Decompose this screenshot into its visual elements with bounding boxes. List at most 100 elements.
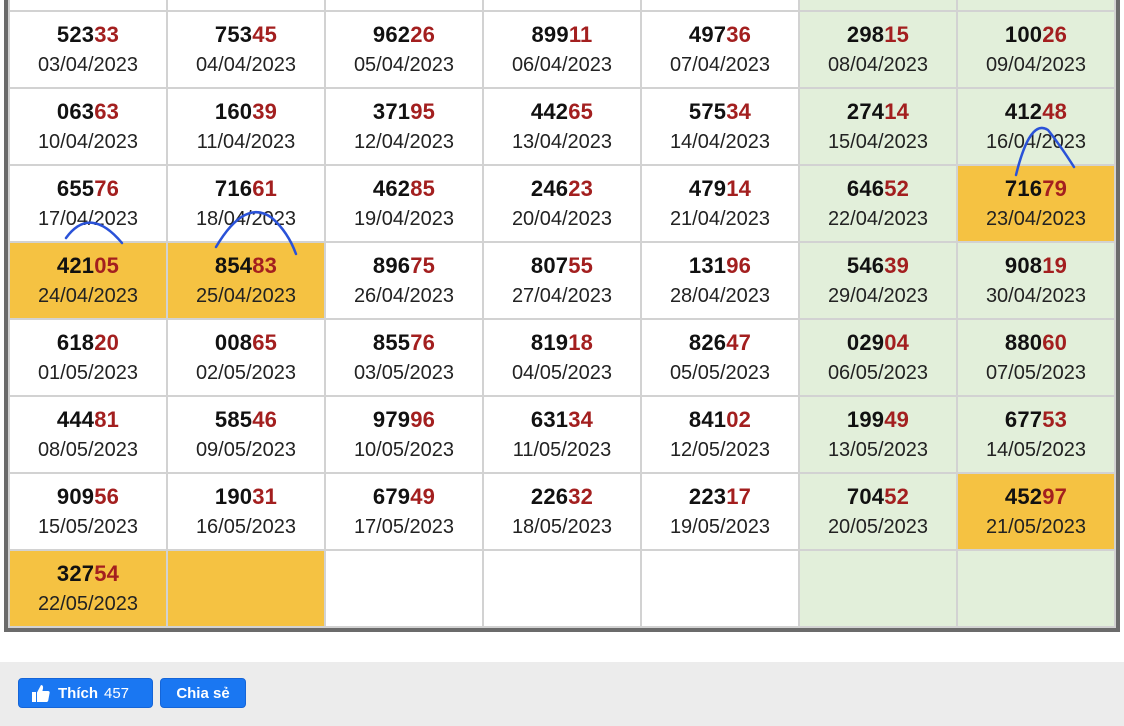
- result-cell-highlighted: 71679 23/04/2023: [956, 164, 1116, 243]
- result-cell: 00865 02/05/2023: [166, 318, 326, 397]
- result-cell-weekend: 70452 20/05/2023: [798, 472, 958, 551]
- result-number: 10026: [1004, 21, 1068, 47]
- result-date: 16/05/2023: [195, 515, 297, 538]
- result-cell: 16039 11/04/2023: [166, 87, 326, 166]
- result-cell: 44481 08/05/2023: [8, 395, 168, 474]
- result-date: 07/04/2023: [669, 53, 771, 76]
- result-number: 24623: [530, 175, 594, 201]
- table-row: 65576 17/04/2023 71661 18/04/2023 46285 19/…: [8, 164, 1116, 243]
- facebook-share-button[interactable]: Chia sẻ: [160, 678, 246, 708]
- result-date: 06/04/2023: [511, 53, 613, 76]
- result-cell: 80755 27/04/2023: [482, 241, 642, 320]
- result-cell-weekend: 29815 08/04/2023: [798, 10, 958, 89]
- result-cell-weekend: 88060 07/05/2023: [956, 318, 1116, 397]
- result-number: 13196: [688, 252, 752, 278]
- result-date: 04/04/2023: [195, 53, 297, 76]
- result-date: 01/05/2023: [37, 361, 139, 384]
- result-number: 42105: [56, 252, 120, 278]
- result-date: 04/05/2023: [511, 361, 613, 384]
- result-number: 88060: [1004, 329, 1068, 355]
- edge-cell: [482, 0, 642, 12]
- result-number: 96226: [372, 21, 436, 47]
- result-number: 22317: [688, 483, 752, 509]
- result-cell: 97996 10/05/2023: [324, 395, 484, 474]
- result-number: 67949: [372, 483, 436, 509]
- result-date: 18/04/2023: [195, 207, 297, 230]
- result-number: 63134: [530, 406, 594, 432]
- result-number: 44481: [56, 406, 120, 432]
- result-cell: 65576 17/04/2023: [8, 164, 168, 243]
- edge-cell: [8, 0, 168, 12]
- result-number: 37195: [372, 98, 436, 124]
- result-cell: 67949 17/05/2023: [324, 472, 484, 551]
- result-number: 90819: [1004, 252, 1068, 278]
- result-date: 08/05/2023: [37, 438, 139, 461]
- result-number: 97996: [372, 406, 436, 432]
- result-cell-weekend: 41248 16/04/2023: [956, 87, 1116, 166]
- result-number: 75345: [214, 21, 278, 47]
- result-date: 19/05/2023: [669, 515, 771, 538]
- result-number: 61820: [56, 329, 120, 355]
- result-date: 28/04/2023: [669, 284, 771, 307]
- empty-cell-weekend: [798, 549, 958, 628]
- result-number: 71661: [214, 175, 278, 201]
- result-number: 06363: [56, 98, 120, 124]
- result-cell-highlighted: 45297 21/05/2023: [956, 472, 1116, 551]
- result-number: 49736: [688, 21, 752, 47]
- result-number: 65576: [56, 175, 120, 201]
- empty-cell: [324, 549, 484, 628]
- result-date: 13/04/2023: [511, 130, 613, 153]
- result-number: 89911: [531, 21, 593, 47]
- table-row: 32754 22/05/2023: [8, 549, 1116, 628]
- result-cell: 58546 09/05/2023: [166, 395, 326, 474]
- result-number: 80755: [530, 252, 594, 278]
- result-cell-weekend: 10026 09/04/2023: [956, 10, 1116, 89]
- result-cell: 85576 03/05/2023: [324, 318, 484, 397]
- result-date: 11/05/2023: [512, 438, 612, 461]
- table-top-edge-row: [8, 0, 1116, 12]
- result-cell: 52333 03/04/2023: [8, 10, 168, 89]
- table-row: 90956 15/05/2023 19031 16/05/2023 67949 17/…: [8, 472, 1116, 551]
- result-date: 27/04/2023: [511, 284, 613, 307]
- result-number: 70452: [846, 483, 910, 509]
- result-number: 16039: [214, 98, 278, 124]
- result-date: 13/05/2023: [827, 438, 929, 461]
- result-number: 41248: [1004, 98, 1068, 124]
- result-date: 22/05/2023: [37, 592, 139, 615]
- result-date: 10/04/2023: [37, 130, 139, 153]
- edge-cell: [956, 0, 1116, 12]
- like-label: Thích: [58, 684, 98, 702]
- result-cell: 89911 06/04/2023: [482, 10, 642, 89]
- result-cell: 44265 13/04/2023: [482, 87, 642, 166]
- result-cell: 84102 12/05/2023: [640, 395, 800, 474]
- empty-cell-weekend: [956, 549, 1116, 628]
- result-date: 22/04/2023: [827, 207, 929, 230]
- result-cell: 37195 12/04/2023: [324, 87, 484, 166]
- result-cell-weekend: 02904 06/05/2023: [798, 318, 958, 397]
- result-number: 58546: [214, 406, 278, 432]
- result-date: 30/04/2023: [985, 284, 1087, 307]
- result-date: 21/04/2023: [669, 207, 771, 230]
- result-cell: 47914 21/04/2023: [640, 164, 800, 243]
- results-table: 52333 03/04/2023 75345 04/04/2023 96226 05/…: [8, 0, 1116, 628]
- facebook-like-button[interactable]: Thích 457: [18, 678, 153, 708]
- result-date: 08/04/2023: [827, 53, 929, 76]
- result-cell-highlighted: 42105 24/04/2023: [8, 241, 168, 320]
- result-cell: 22317 19/05/2023: [640, 472, 800, 551]
- result-date: 18/05/2023: [511, 515, 613, 538]
- result-number: 45297: [1004, 483, 1068, 509]
- result-date: 14/04/2023: [669, 130, 771, 153]
- result-date: 16/04/2023: [985, 130, 1087, 153]
- result-cell: 96226 05/04/2023: [324, 10, 484, 89]
- result-number: 67753: [1004, 406, 1068, 432]
- result-number: 19031: [214, 483, 278, 509]
- empty-cell: [482, 549, 642, 628]
- result-number: 22632: [530, 483, 594, 509]
- result-date: 23/04/2023: [985, 207, 1087, 230]
- result-number: 84102: [688, 406, 752, 432]
- result-cell-weekend: 67753 14/05/2023: [956, 395, 1116, 474]
- result-number: 52333: [56, 21, 120, 47]
- result-number: 81918: [530, 329, 594, 355]
- result-number: 85576: [372, 329, 436, 355]
- result-date: 17/05/2023: [353, 515, 455, 538]
